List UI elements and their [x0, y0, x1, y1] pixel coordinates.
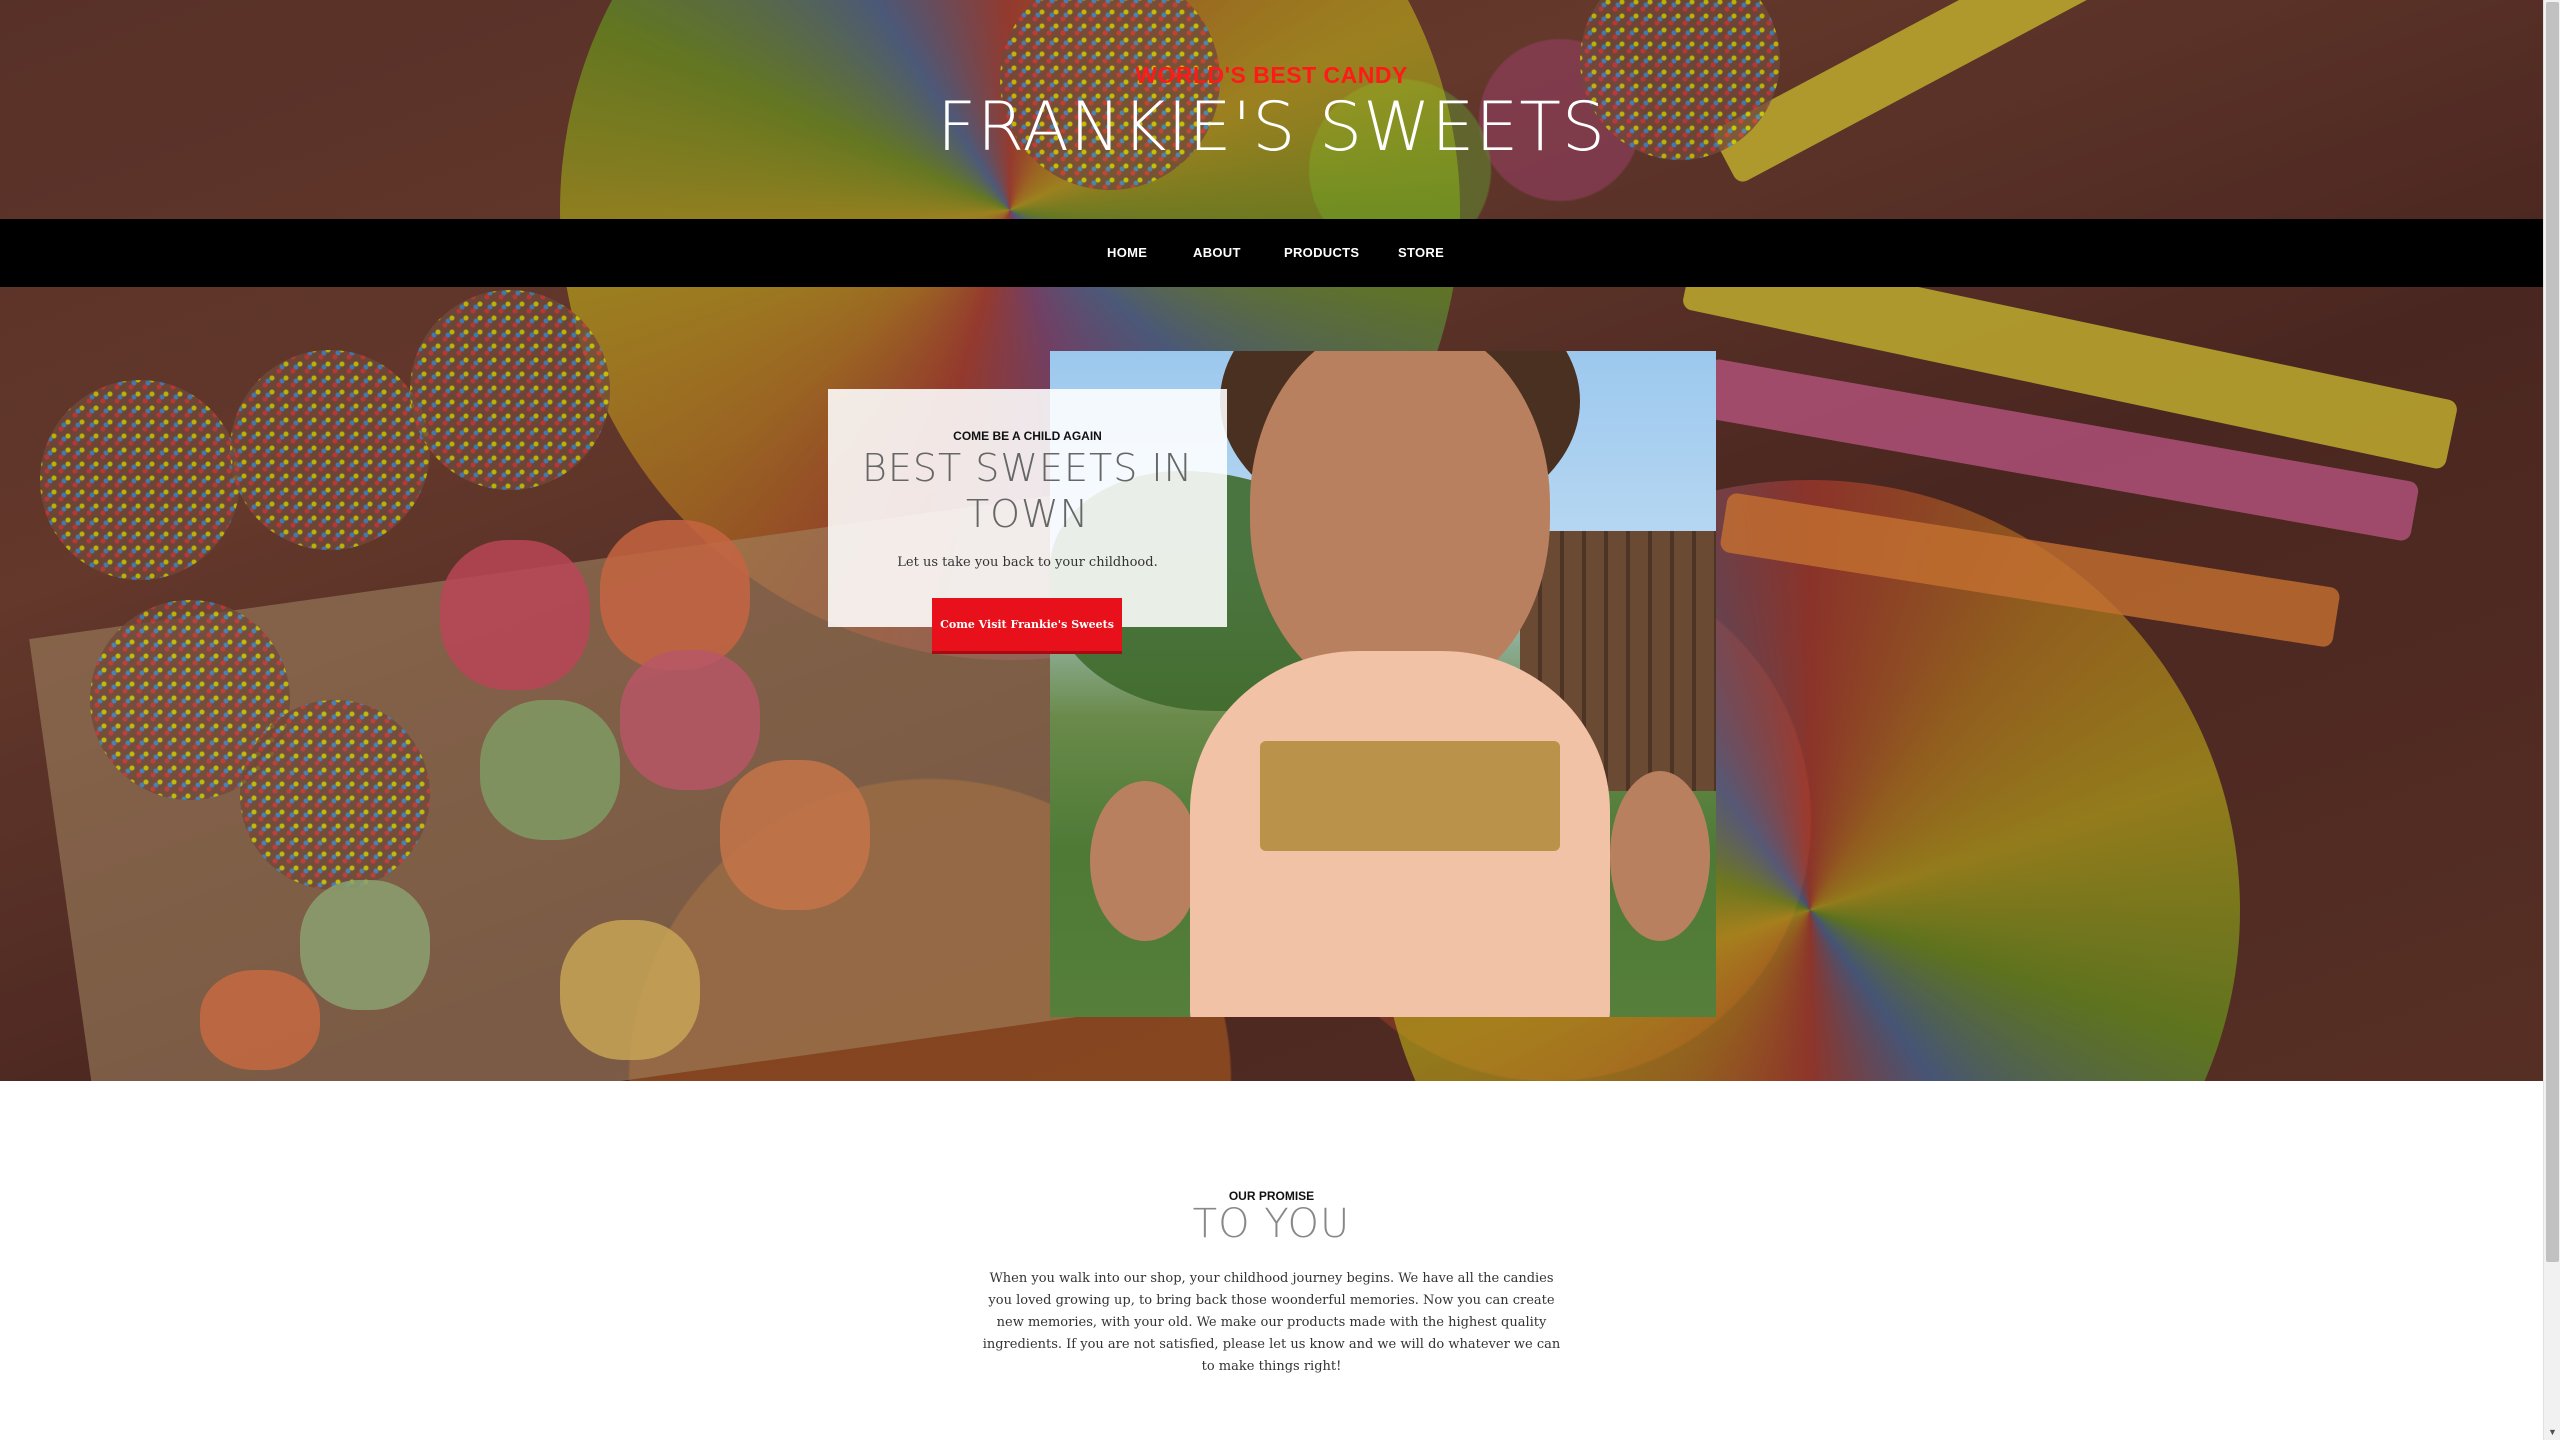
nav-item-products[interactable]: PRODUCTS — [1284, 245, 1359, 260]
promise-title: TO YOU — [1192, 1201, 1351, 1247]
nav-item-store[interactable]: STORE — [1398, 245, 1444, 260]
intro-text: Let us take you back to your childhood. — [897, 555, 1158, 570]
photo-arm — [1610, 771, 1710, 941]
visit-button[interactable]: Come Visit Frankie's Sweets — [932, 598, 1122, 654]
nav-item-about[interactable]: ABOUT — [1193, 245, 1241, 260]
nav-item-home[interactable]: HOME — [1107, 245, 1147, 260]
photo-shirt-print — [1260, 741, 1560, 851]
intro-card: COME BE A CHILD AGAIN BEST SWEETS IN TOW… — [828, 389, 1227, 627]
promise-text: When you walk into our shop, your childh… — [982, 1271, 1561, 1374]
page: WORLD'S BEST CANDY FRANKIE'S SWEETS HOME… — [0, 0, 2543, 1440]
promise-section: OUR PROMISE TO YOU When you walk into ou… — [0, 1081, 2543, 1440]
scrollbar-thumb[interactable] — [2546, 2, 2559, 1262]
intro-title: BEST SWEETS IN TOWN — [861, 446, 1194, 536]
photo-face — [1250, 351, 1550, 701]
photo-arm — [1090, 781, 1200, 941]
intro-eyebrow: COME BE A CHILD AGAIN — [953, 429, 1102, 443]
vertical-scrollbar[interactable]: ▼ — [2543, 0, 2560, 1440]
chevron-down-icon[interactable]: ▼ — [2544, 1423, 2560, 1440]
main-navigation: HOME ABOUT PRODUCTS STORE — [0, 219, 2543, 287]
site-tagline: WORLD'S BEST CANDY — [1135, 62, 1408, 88]
site-title: FRANKIE'S SWEETS — [936, 88, 1607, 167]
